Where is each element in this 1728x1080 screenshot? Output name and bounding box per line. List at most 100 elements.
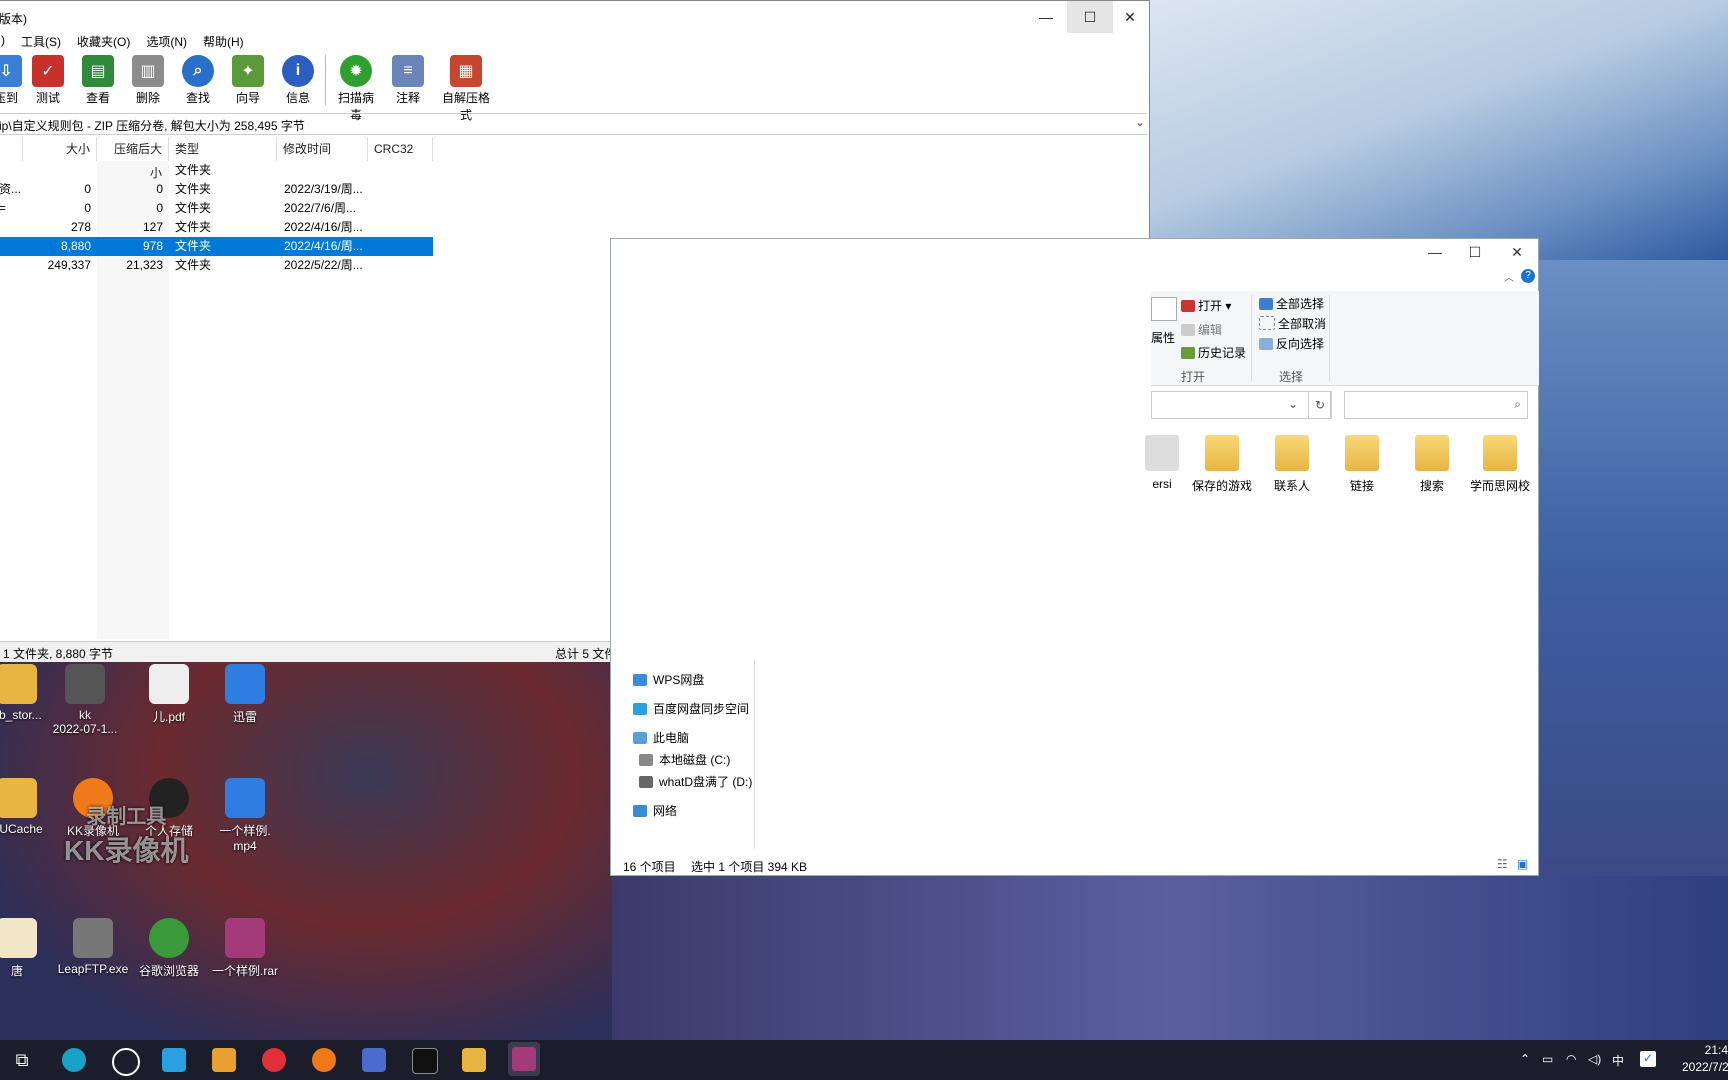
comment-button[interactable]: ≡ 注释 <box>385 51 431 106</box>
test-button[interactable]: ✓ 测试 <box>25 51 71 106</box>
table-row-selected[interactable]: 8,880 978 文件夹 2022/4/16/周... <box>0 237 433 256</box>
table-row[interactable]: 249,337 21,323 文件夹 2022/5/22/周... <box>0 256 433 275</box>
column-header-name[interactable] <box>0 137 23 161</box>
cloud-icon <box>633 674 647 686</box>
ime-indicator[interactable]: 中 <box>1612 1052 1624 1069</box>
document-icon <box>0 918 37 958</box>
nav-item-wps[interactable]: WPS网盘 <box>633 671 704 688</box>
select-none-button[interactable]: 全部取消 <box>1259 315 1326 332</box>
scissors-app-icon[interactable] <box>362 1048 386 1072</box>
desktop-icon[interactable]: 一个样例.rar <box>208 918 282 979</box>
details-view-icon[interactable]: ☷ <box>1497 857 1508 871</box>
search-input[interactable]: ⌕ <box>1344 391 1528 419</box>
desktop-icon[interactable]: PUCache <box>0 778 54 836</box>
address-bar[interactable]: ⌄ <box>1151 391 1331 419</box>
nav-item-baidu[interactable]: 百度网盘同步空间 <box>633 700 749 717</box>
info-button[interactable]: i 信息 <box>275 51 321 106</box>
terminal-icon[interactable] <box>412 1048 438 1074</box>
history-button[interactable]: 历史记录 <box>1181 344 1246 361</box>
menu-item-help[interactable]: 帮助(H) <box>201 33 246 49</box>
folder-item[interactable]: 链接 <box>1329 435 1395 494</box>
large-icons-view-icon[interactable]: ▣ <box>1517 857 1528 871</box>
desktop-icon[interactable]: 谷歌浏览器 <box>132 918 206 979</box>
column-header-packed[interactable]: 压缩后大小 <box>97 137 169 180</box>
group-label-select: 选择 <box>1279 370 1304 384</box>
contacts-icon <box>1275 435 1309 471</box>
nav-item-network[interactable]: 网络 <box>633 802 677 819</box>
close-button[interactable]: ✕ <box>1107 1 1153 33</box>
minimize-button[interactable]: — <box>1413 239 1457 265</box>
rar-archive-icon <box>225 918 265 958</box>
table-row[interactable]: 资... 0 0 文件夹 2022/3/19/周... <box>0 180 433 199</box>
folder-item[interactable]: 学而思网校 <box>1467 435 1533 494</box>
task-view-icon[interactable]: ⧉ <box>10 1048 34 1072</box>
table-row[interactable]: 文件夹 <box>0 161 433 180</box>
select-all-icon <box>1259 298 1273 310</box>
table-row[interactable]: 278 127 文件夹 2022/4/16/周... <box>0 218 433 237</box>
cloud-icon[interactable] <box>112 1048 140 1076</box>
help-icon[interactable]: ? <box>1521 269 1535 283</box>
toolbar-separator <box>325 55 326 105</box>
archive-path: ip\自定义规则包 - ZIP 压缩分卷, 解包大小为 258,495 字节 <box>0 119 305 133</box>
properties-button[interactable]: 属性 <box>1151 329 1175 346</box>
sfx-box-icon: ▦ <box>450 55 482 87</box>
nav-item-drive-c[interactable]: 本地磁盘 (C:) <box>639 751 730 768</box>
menu-item-favorites[interactable]: 收藏夹(O) <box>75 33 132 49</box>
kk-recorder-icon[interactable] <box>312 1048 336 1072</box>
edge-icon[interactable] <box>62 1048 86 1072</box>
edit-button[interactable]: 编辑 <box>1181 321 1222 338</box>
folder-item[interactable]: 联系人 <box>1259 435 1325 494</box>
column-header-crc[interactable]: CRC32 <box>368 137 433 161</box>
desktop-icon[interactable]: LeapFTP.exe <box>56 918 130 976</box>
desktop-icon[interactable]: 迅雷 <box>208 664 282 725</box>
battery-icon[interactable]: ▭ <box>1542 1052 1553 1066</box>
nav-item-drive-d[interactable]: whatD盘满了 (D:) <box>639 773 752 790</box>
column-header-modified[interactable]: 修改时间 <box>277 137 368 161</box>
video-file-icon <box>225 778 265 818</box>
remote-desktop-icon[interactable] <box>162 1048 186 1072</box>
menu-item-tools[interactable]: 工具(S) <box>19 33 63 49</box>
wizard-button[interactable]: ✦ 向导 <box>225 51 271 106</box>
security-shield-icon[interactable] <box>212 1048 236 1072</box>
desktop-icon[interactable]: 儿.pdf <box>132 664 206 725</box>
chrome-icon <box>149 918 189 958</box>
desktop-icon[interactable]: 一个样例. mp4 <box>208 778 282 853</box>
select-all-button[interactable]: 全部选择 <box>1259 295 1324 312</box>
delete-button[interactable]: ▥ 删除 <box>125 51 171 106</box>
folder-item[interactable]: 搜索 <box>1399 435 1465 494</box>
find-button[interactable]: ⌕ 查找 <box>175 51 221 106</box>
volume-icon[interactable]: ◁) <box>1588 1052 1601 1066</box>
folder-item[interactable]: 保存的游戏 <box>1189 435 1255 494</box>
maximize-button[interactable]: ☐ <box>1453 239 1497 265</box>
refresh-icon[interactable]: ↻ <box>1308 391 1332 419</box>
chevron-up-icon[interactable]: ⌃ <box>1520 1052 1530 1066</box>
close-button[interactable]: ✕ <box>1495 239 1539 265</box>
desktop-icon[interactable]: ob_stor... <box>0 664 54 722</box>
desktop-icon[interactable]: 唐 <box>0 918 54 979</box>
table-row[interactable]: = 0 0 文件夹 2022/7/6/周... <box>0 199 433 218</box>
chevron-down-icon[interactable]: ⌄ <box>1288 397 1298 411</box>
chevron-up-icon[interactable]: ︿ <box>1504 269 1514 284</box>
chevron-down-icon[interactable]: ⌄ <box>1135 115 1145 129</box>
menu-item-command[interactable]: ) <box>0 33 7 49</box>
folder-item[interactable]: ersi <box>1129 435 1195 491</box>
desktop-icon[interactable]: kk 2022-07-1... <box>48 664 122 736</box>
winrar-taskbar-button[interactable] <box>508 1042 540 1076</box>
file-explorer-icon[interactable] <box>462 1048 486 1072</box>
column-header-type[interactable]: 类型 <box>169 137 277 161</box>
column-header-size[interactable]: 大小 <box>23 137 97 161</box>
folder-icon <box>1483 435 1517 471</box>
open-button[interactable]: 打开 ▾ <box>1181 297 1231 314</box>
invert-selection-button[interactable]: 反向选择 <box>1259 335 1324 352</box>
view-button[interactable]: ▤ 查看 <box>75 51 121 106</box>
minimize-button[interactable]: — <box>1023 1 1069 33</box>
wifi-icon[interactable]: ◠ <box>1566 1052 1576 1066</box>
archive-path-bar[interactable]: ip\自定义规则包 - ZIP 压缩分卷, 解包大小为 258,495 字节 ⌄ <box>0 113 1147 135</box>
nav-item-this-pc[interactable]: 此电脑 <box>633 729 689 746</box>
notification-app-icon[interactable]: ✓ <box>1640 1051 1656 1067</box>
audio-app-icon[interactable] <box>262 1048 286 1072</box>
recorder-watermark: 录制工具 KK录像机 <box>64 806 189 866</box>
menu-item-options[interactable]: 选项(N) <box>144 33 189 49</box>
clock[interactable]: 21:4 2022/7/2 <box>1682 1042 1728 1076</box>
status-bar: 16 个项目 选中 1 个项目 394 KB ☷ ▣ <box>611 855 1538 875</box>
